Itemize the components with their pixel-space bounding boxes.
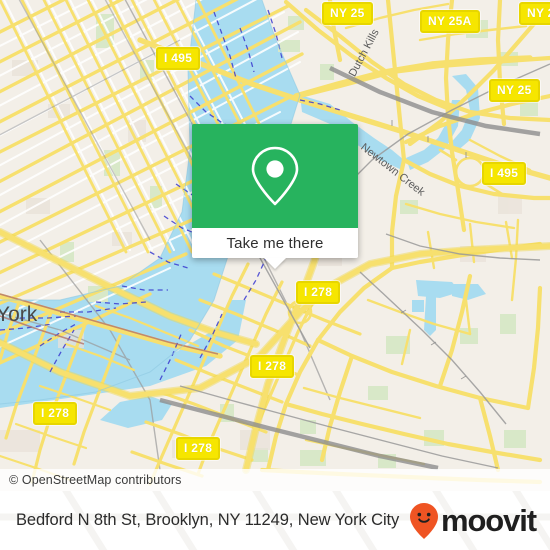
road-shield-ny-25a: NY 25A xyxy=(420,10,480,33)
road-shield-i-495-west: I 495 xyxy=(156,47,201,70)
road-shield-i-278-south: I 278 xyxy=(176,437,221,460)
road-shield-ny-25-corner: NY 2 xyxy=(519,2,550,25)
attribution-text: © OpenStreetMap contributors xyxy=(9,473,182,487)
footer-bar: Bedford N 8th St, Brooklyn, NY 11249, Ne… xyxy=(0,491,550,550)
location-pin-icon xyxy=(251,146,299,206)
popup-card-image xyxy=(192,124,358,228)
popup-pointer-tip xyxy=(264,258,286,269)
road-shield-ny-25-top: NY 25 xyxy=(322,2,373,25)
take-me-there-button[interactable]: Take me there xyxy=(192,228,358,258)
road-shield-i-278-mid: I 278 xyxy=(250,355,295,378)
location-popup-card[interactable]: Take me there xyxy=(192,124,358,269)
moovit-logo[interactable]: moovit xyxy=(409,502,537,540)
road-shield-i-278-west: I 278 xyxy=(33,402,78,425)
road-shield-i-278-north: I 278 xyxy=(296,281,341,304)
address-label: Bedford N 8th St, Brooklyn, NY 11249, Ne… xyxy=(16,511,400,529)
take-me-there-label: Take me there xyxy=(226,234,324,252)
map-attribution: © OpenStreetMap contributors xyxy=(0,469,550,491)
moovit-pin-smiley-icon xyxy=(409,502,438,539)
road-shield-ny-25-east: NY 25 xyxy=(489,79,540,102)
road-shield-i-495-east: I 495 xyxy=(482,162,527,185)
map-screenshot: .land{fill:#f3efe8;} .water{fill:#a8dcf0… xyxy=(0,0,550,550)
place-label-new-york: York xyxy=(0,303,38,326)
moovit-wordmark: moovit xyxy=(440,503,537,538)
